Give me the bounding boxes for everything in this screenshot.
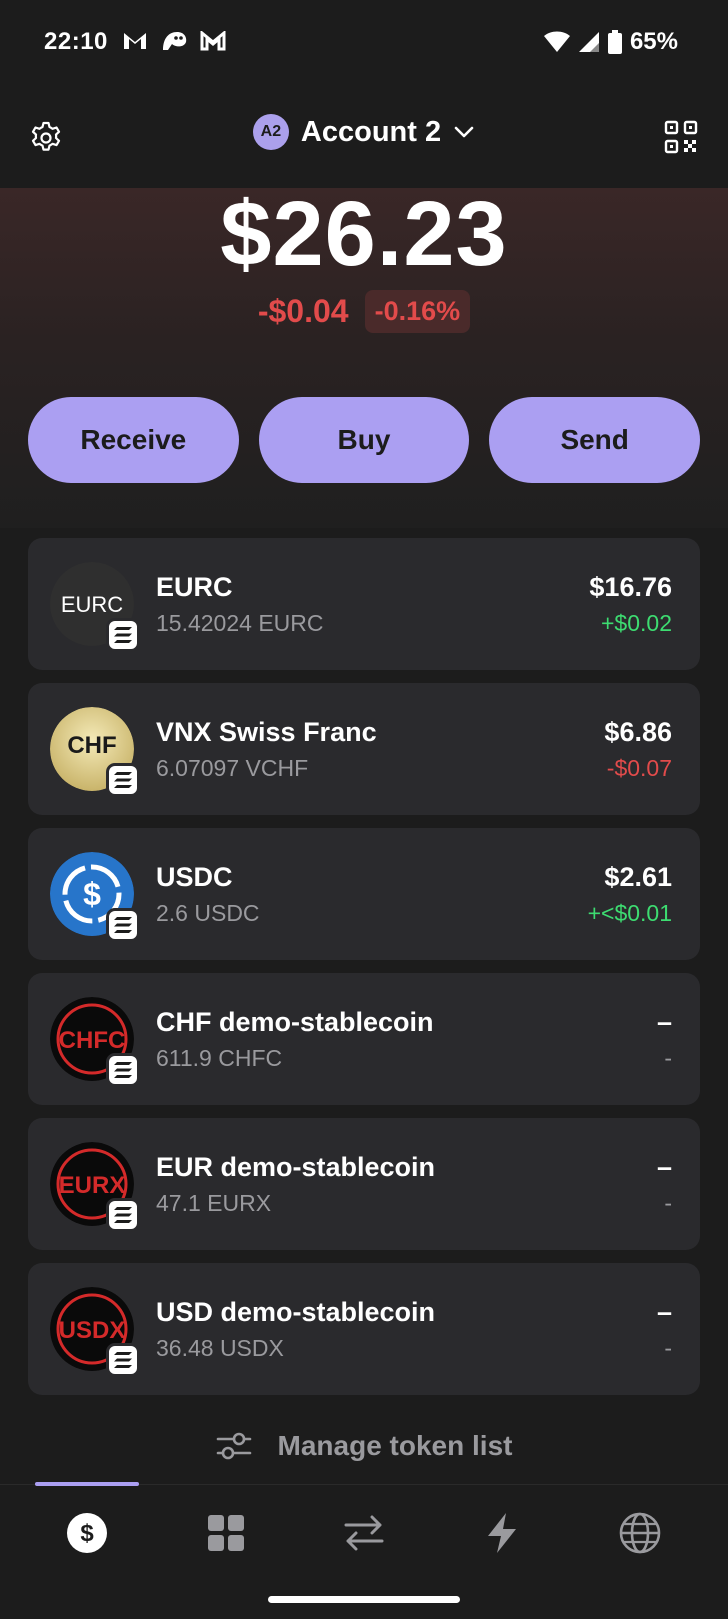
token-list: EURC EURC 15.42024 EURC $16.76 +$0.02 CH… xyxy=(28,538,700,1408)
usdx-icon-text: USDX xyxy=(59,1317,126,1344)
lightning-icon[interactable] xyxy=(480,1511,524,1555)
signal-icon xyxy=(578,32,599,52)
svg-text:$: $ xyxy=(80,1520,94,1547)
token-name: EURC xyxy=(156,572,233,602)
token-value: – xyxy=(656,1007,672,1037)
token-row[interactable]: USDX USD demo-stablecoin 36.48 USDX – - xyxy=(28,1263,700,1395)
globe-icon[interactable] xyxy=(618,1511,662,1555)
eurc-icon-text: EURC xyxy=(61,592,123,617)
token-name: VNX Swiss Franc xyxy=(156,717,377,747)
token-change: -$0.07 xyxy=(606,755,672,781)
receive-button[interactable]: Receive xyxy=(28,397,239,483)
token-change: - xyxy=(664,1335,672,1361)
token-name: USD demo-stablecoin xyxy=(156,1297,436,1327)
token-value: $16.76 xyxy=(589,572,672,602)
manage-token-list-label: Manage token list xyxy=(277,1430,513,1461)
solana-badge-icon xyxy=(106,1198,140,1232)
manage-token-list-button[interactable]: Manage token list xyxy=(0,1430,728,1462)
token-name: USDC xyxy=(156,862,233,892)
chfc-icon-text: CHFC xyxy=(59,1027,126,1054)
grid-icon[interactable] xyxy=(204,1511,248,1555)
solana-badge-icon xyxy=(106,908,140,942)
nav-active-indicator xyxy=(35,1482,139,1486)
buy-button[interactable]: Buy xyxy=(258,397,470,483)
usdc-icon-text: $ xyxy=(83,876,101,912)
token-change: +$0.02 xyxy=(601,610,672,636)
wifi-icon xyxy=(543,31,570,52)
solana-badge-icon xyxy=(106,618,140,652)
home-indicator xyxy=(268,1596,460,1603)
token-value: $2.61 xyxy=(604,862,672,892)
total-balance: $26.23 xyxy=(220,183,508,285)
token-name: EUR demo-stablecoin xyxy=(156,1152,436,1182)
token-change: +<$0.01 xyxy=(587,900,672,926)
sliders-icon xyxy=(216,1432,251,1460)
dollar-icon[interactable]: $ xyxy=(65,1511,109,1555)
status-time: 22:10 xyxy=(44,28,108,55)
token-row[interactable]: EURC EURC 15.42024 EURC $16.76 +$0.02 xyxy=(28,538,700,670)
token-row[interactable]: $ USDC 2.6 USDC $2.61 +<$0.01 xyxy=(28,828,700,960)
token-row[interactable]: EURX EUR demo-stablecoin 47.1 EURX – - xyxy=(28,1118,700,1250)
ghost-icon xyxy=(163,32,187,50)
token-change: - xyxy=(664,1190,672,1216)
token-amount: 47.1 EURX xyxy=(156,1190,272,1216)
app-header: A2 Account 2 xyxy=(0,90,728,188)
solana-badge-icon xyxy=(106,1343,140,1377)
token-row[interactable]: CHFC CHF demo-stablecoin 611.9 CHFC – - xyxy=(28,973,700,1105)
token-amount: 6.07097 VCHF xyxy=(156,755,309,781)
battery-icon xyxy=(607,30,622,54)
send-button[interactable]: Send xyxy=(489,397,701,483)
notification-icons xyxy=(122,30,226,52)
action-buttons: Receive Buy Send xyxy=(28,397,701,483)
token-row[interactable]: CHF VNX Swiss Franc 6.07097 VCHF $6.86 -… xyxy=(28,683,700,815)
balance-change-amount: -$0.04 xyxy=(257,293,349,329)
solana-badge-icon xyxy=(106,763,140,797)
solana-badge-icon xyxy=(106,1053,140,1087)
balance-change: -$0.04 -0.16% xyxy=(0,290,728,333)
token-value: – xyxy=(656,1152,672,1182)
token-value: – xyxy=(656,1297,672,1327)
gmail-icon xyxy=(124,33,146,49)
balance-change-percent: -0.16% xyxy=(364,290,471,333)
token-change: - xyxy=(664,1045,672,1071)
chevron-down-icon xyxy=(454,126,474,138)
token-amount: 2.6 USDC xyxy=(156,900,260,926)
account-selector[interactable]: A2 Account 2 xyxy=(0,114,728,150)
battery-percent: 65% xyxy=(629,28,678,55)
swap-icon[interactable] xyxy=(342,1511,386,1555)
account-avatar: A2 xyxy=(252,114,289,150)
token-name: CHF demo-stablecoin xyxy=(156,1007,434,1037)
token-amount: 15.42024 EURC xyxy=(156,610,324,636)
token-amount: 36.48 USDX xyxy=(156,1335,284,1361)
status-bar: 22:10 65% xyxy=(0,0,728,90)
system-icons: 65% xyxy=(543,28,678,56)
qr-code-icon[interactable] xyxy=(664,120,698,154)
gmail-icon xyxy=(200,31,226,51)
account-name: Account 2 xyxy=(300,115,442,148)
vchf-icon-text: CHF xyxy=(67,732,116,759)
token-value: $6.86 xyxy=(604,717,672,747)
eurx-icon-text: EURX xyxy=(59,1172,126,1199)
token-amount: 611.9 CHFC xyxy=(156,1045,283,1071)
